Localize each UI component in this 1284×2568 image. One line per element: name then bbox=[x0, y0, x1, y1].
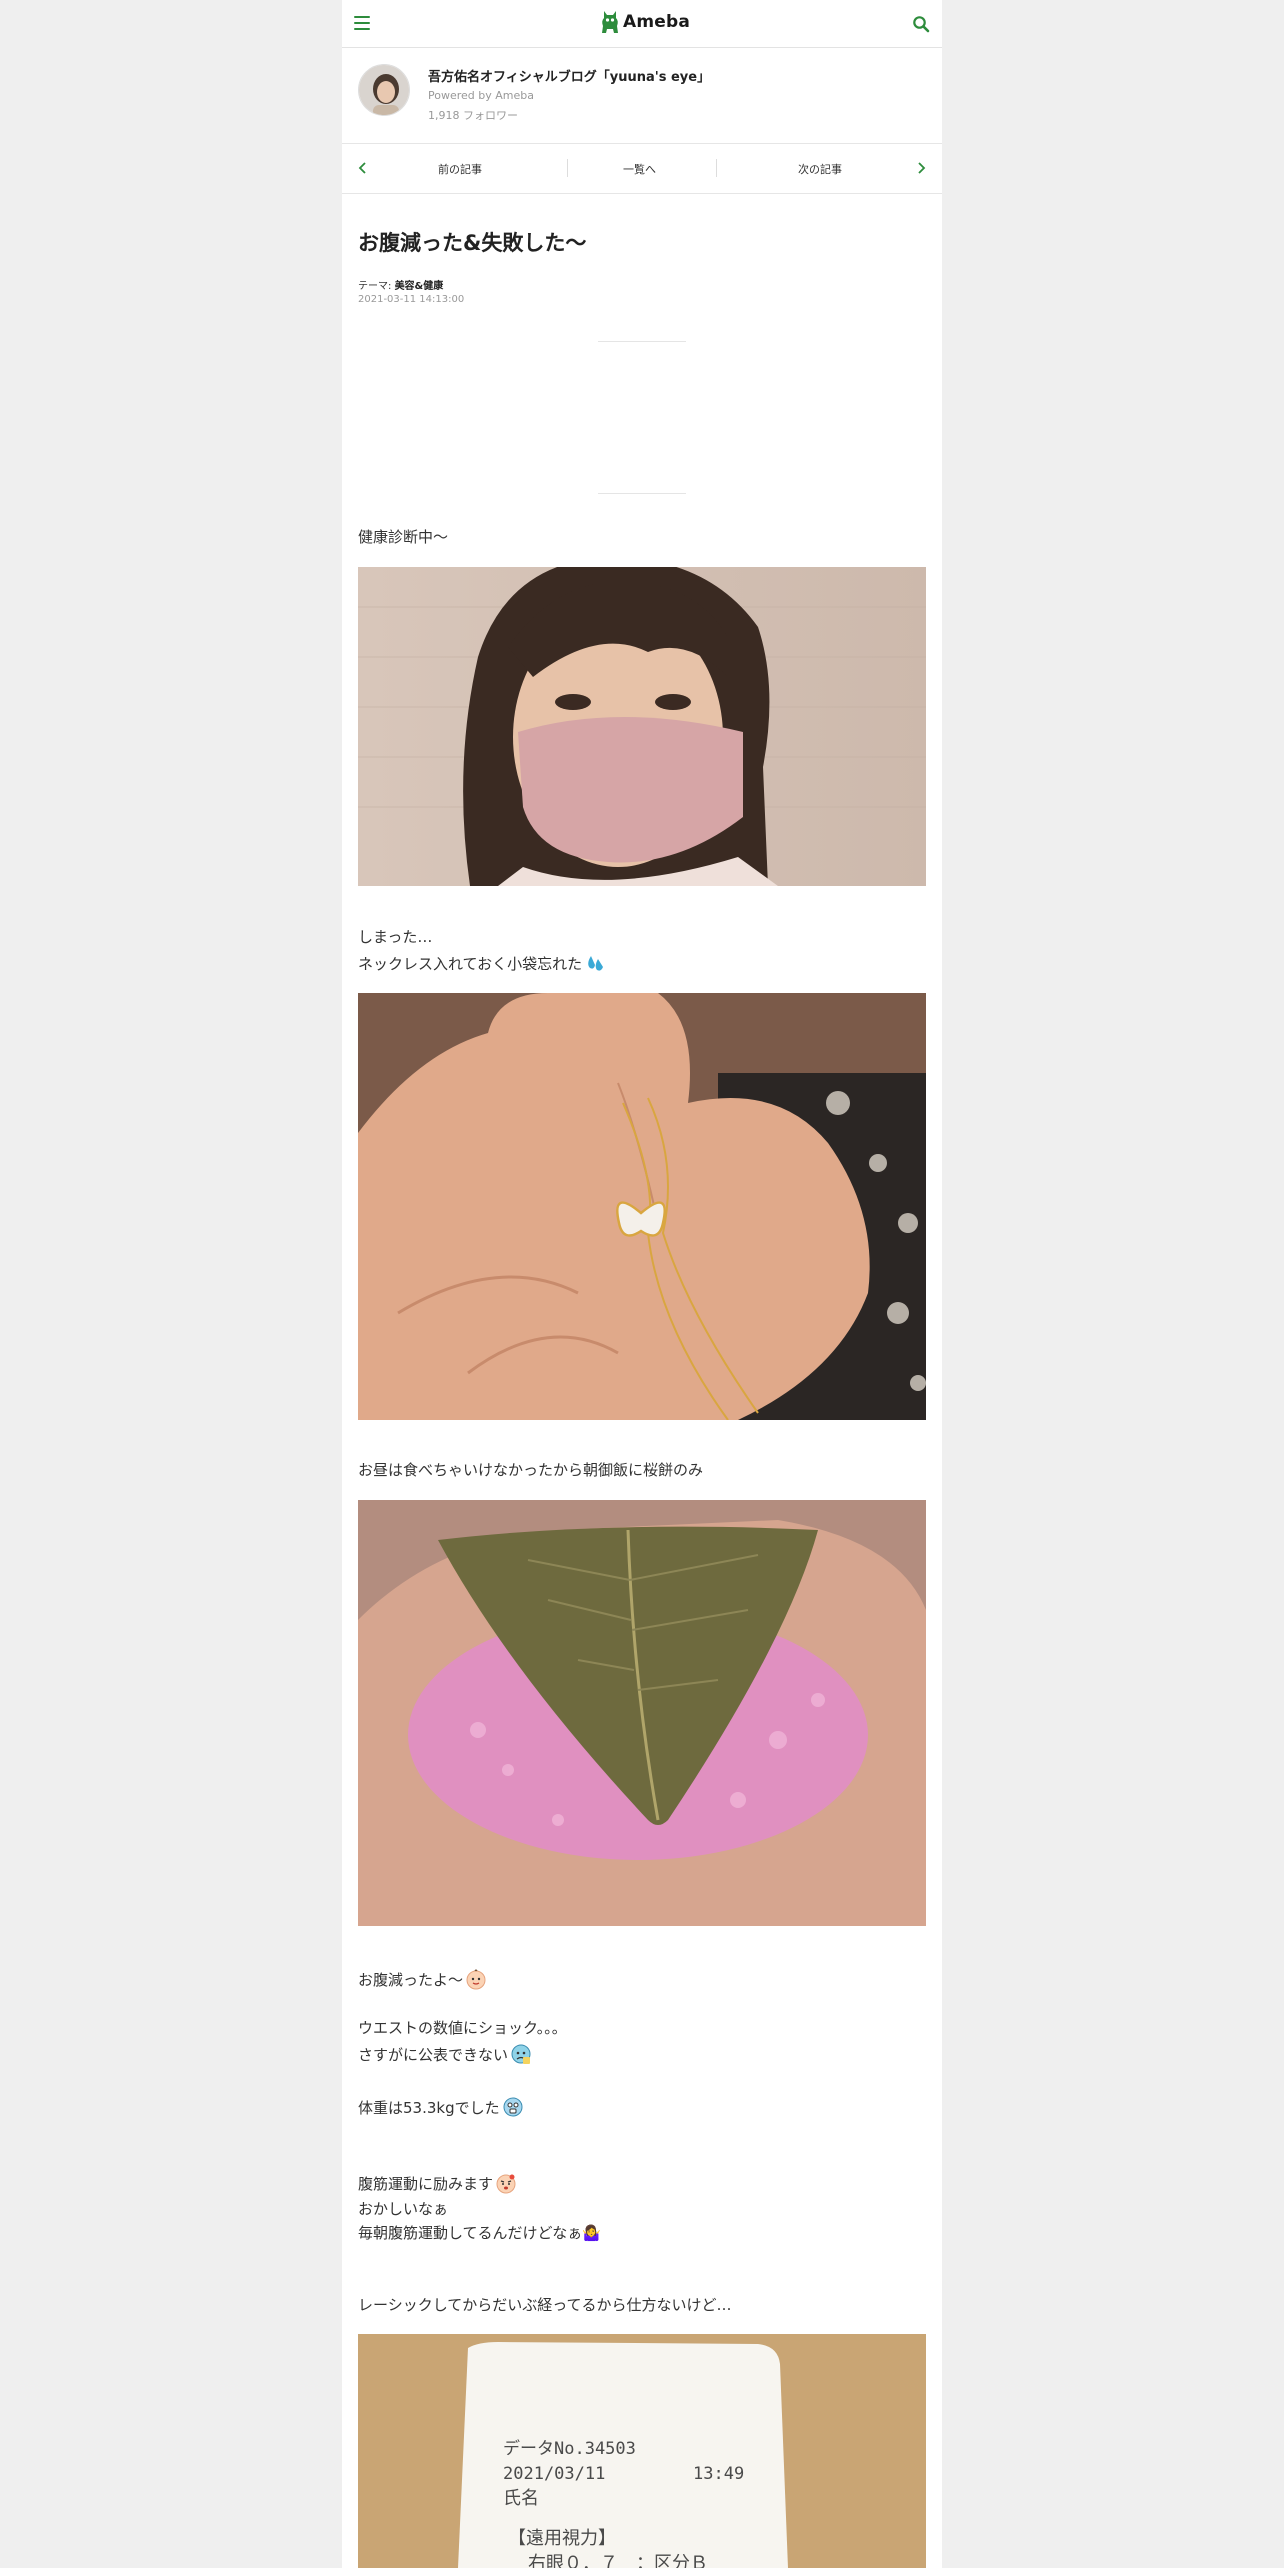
receipt-right-eye: 右眼０．７ ：区分Ｂ bbox=[528, 2553, 708, 2568]
body-text: 腹筋運動に励みます bbox=[358, 2171, 517, 2198]
body-text: 毎朝腹筋運動してるんだけどなぁ🤷‍♀️ bbox=[358, 2224, 601, 2242]
page: Ameba 吾方佑名オフィシャルブログ「yuuna's eye」 Powered… bbox=[342, 0, 942, 2568]
body-text: 体重は53.3kgでした bbox=[358, 2095, 524, 2122]
nav-divider bbox=[567, 159, 568, 177]
theme-link[interactable]: 美容&健康 bbox=[395, 281, 444, 292]
next-article-link[interactable]: 次の記事 bbox=[798, 161, 842, 177]
article-theme: テーマ: 美容&健康 bbox=[358, 277, 443, 292]
receipt-time: 13:49 bbox=[693, 2464, 744, 2484]
chevron-left-icon[interactable] bbox=[356, 161, 370, 175]
theme-prefix: テーマ: bbox=[358, 281, 392, 292]
angry-baby-face-icon bbox=[496, 2174, 516, 2194]
body-text: お腹減ったよ～ bbox=[358, 1967, 487, 1994]
powered-by-text: Powered by Ameba bbox=[428, 89, 534, 102]
body-text: お昼は食べちゃいけなかったから朝御飯に桜餅のみ bbox=[358, 1461, 704, 1479]
receipt-data-no: データNo.34503 bbox=[503, 2438, 636, 2459]
search-icon[interactable] bbox=[912, 15, 930, 33]
photo-necklace-in-hand[interactable] bbox=[358, 993, 926, 1420]
ameba-character-icon bbox=[602, 11, 618, 33]
receipt-section: 【遠用視力】 bbox=[508, 2528, 616, 2549]
ad-divider bbox=[598, 493, 686, 494]
blog-avatar[interactable] bbox=[358, 64, 410, 116]
article-title: お腹減った&失敗した～ bbox=[358, 231, 587, 255]
body-text: 健康診断中～ bbox=[358, 528, 449, 546]
photo-masked-selfie[interactable] bbox=[358, 567, 926, 886]
top-bar: Ameba bbox=[342, 0, 942, 48]
shocked-face-icon bbox=[503, 2097, 523, 2117]
article-nav: 前の記事 一覧へ 次の記事 bbox=[342, 144, 942, 194]
body-text: さすがに公表できない bbox=[358, 2042, 532, 2069]
photo-sakura-mochi[interactable] bbox=[358, 1500, 926, 1926]
prev-article-link[interactable]: 前の記事 bbox=[438, 161, 482, 177]
crying-face-icon bbox=[511, 2044, 531, 2064]
body-text: レーシックしてからだいぶ経ってるから仕方ないけど… bbox=[358, 2296, 732, 2314]
hamburger-menu-icon[interactable] bbox=[354, 16, 370, 30]
follower-count[interactable]: 1,918 フォロワー bbox=[428, 107, 518, 123]
article-list-link[interactable]: 一覧へ bbox=[623, 161, 656, 177]
logo-text: Ameba bbox=[623, 12, 691, 32]
sweat-drops-icon bbox=[588, 956, 604, 971]
receipt-name-label: 氏名 bbox=[503, 2488, 539, 2509]
ad-divider bbox=[598, 341, 686, 342]
body-text: ネックレス入れておく小袋忘れた bbox=[358, 951, 606, 978]
nav-divider bbox=[716, 159, 717, 177]
article-date: 2021-03-11 14:13:00 bbox=[358, 294, 465, 305]
chevron-right-icon[interactable] bbox=[914, 161, 928, 175]
blog-title[interactable]: 吾方佑名オフィシャルブログ「yuuna's eye」 bbox=[428, 66, 710, 85]
baby-face-icon bbox=[466, 1969, 486, 1990]
ameba-logo[interactable]: Ameba bbox=[600, 9, 690, 35]
body-text: しまった… bbox=[358, 928, 433, 946]
receipt-date: 2021/03/11 bbox=[503, 2464, 605, 2484]
blog-header: 吾方佑名オフィシャルブログ「yuuna's eye」 Powered by Am… bbox=[342, 48, 942, 144]
body-text: おかしいなぁ bbox=[358, 2200, 449, 2218]
photo-eye-test-receipt[interactable]: データNo.34503 2021/03/11 13:49 氏名 【遠用視力】 右… bbox=[358, 2334, 926, 2568]
body-text: ウエストの数値にショック。。。 bbox=[358, 2019, 567, 2037]
